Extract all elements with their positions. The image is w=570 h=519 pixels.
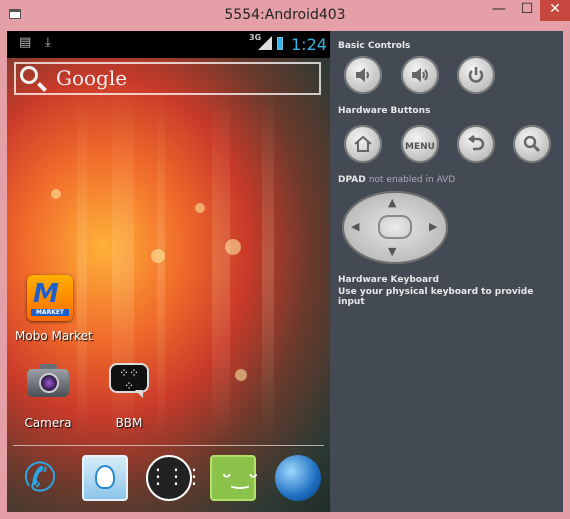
power-icon <box>468 67 484 83</box>
wallpaper-bokeh <box>225 239 241 255</box>
dpad-note: not enabled in AVD <box>368 175 456 185</box>
wallpaper-streak <box>212 91 230 441</box>
back-button[interactable] <box>457 125 495 163</box>
wallpaper-bokeh <box>235 369 247 381</box>
close-button[interactable]: ✕ <box>540 0 570 21</box>
status-time: 1:24 <box>291 35 327 54</box>
device-screen[interactable]: ▤ ⤓ 3G 1:24 Google M MARKET Mobo Market <box>7 31 330 512</box>
wallpaper-streak <box>262 91 274 441</box>
hardware-buttons-heading: Hardware Buttons <box>338 106 431 116</box>
volume-down-button[interactable] <box>344 56 382 94</box>
dpad-label: DPAD <box>338 175 366 185</box>
app-label: Mobo Market <box>15 329 93 343</box>
emulator-window: 5554:Android403 — ☐ ✕ ▤ ⤓ 3G 1:24 Google <box>0 0 570 519</box>
menu-button[interactable]: MENU <box>401 125 439 163</box>
battery-icon <box>277 37 283 50</box>
app-bbm[interactable]: ⁘⁘ ⁘ BBM <box>101 361 157 430</box>
status-bar: ▤ ⤓ 3G 1:24 <box>7 31 330 58</box>
bbm-icon: ⁘⁘ ⁘ <box>107 361 151 401</box>
app-mobo-market[interactable]: M MARKET Mobo Market <box>15 275 93 343</box>
dpad[interactable]: ▲ ▼ ◀ ▶ <box>342 191 448 264</box>
volume-up-button[interactable] <box>401 56 439 94</box>
basic-controls-heading: Basic Controls <box>338 41 411 51</box>
search-button[interactable] <box>513 125 551 163</box>
signal-icon <box>258 36 272 50</box>
search-label: Google <box>56 66 128 90</box>
app-label: Camera <box>24 416 72 430</box>
keyboard-heading: Hardware Keyboard <box>338 275 439 285</box>
mobo-market-icon: M MARKET <box>27 275 73 321</box>
window-title: 5554:Android403 <box>224 7 346 23</box>
dpad-center-button[interactable] <box>378 215 412 239</box>
back-icon <box>467 135 485 151</box>
title-bar[interactable]: 5554:Android403 — ☐ ✕ <box>0 0 570 30</box>
volume-up-icon <box>412 68 428 82</box>
search-icon <box>523 135 541 153</box>
keyboard-hint: Use your physical keyboard to provide in… <box>338 287 534 307</box>
menu-label: MENU <box>405 142 435 152</box>
download-icon: ⤓ <box>45 35 51 50</box>
wallpaper-bokeh <box>151 249 165 263</box>
volume-down-icon <box>356 68 369 82</box>
browser-icon[interactable] <box>275 455 321 501</box>
camera-icon <box>25 361 71 401</box>
phone-icon[interactable]: ✆ <box>17 455 63 501</box>
search-icon <box>20 66 38 84</box>
google-search-bar[interactable]: Google <box>14 62 321 95</box>
wallpaper-streak <box>157 91 165 441</box>
wallpaper-bokeh <box>51 189 61 199</box>
wallpaper-streak <box>77 91 87 441</box>
app-camera[interactable]: Camera <box>20 361 76 430</box>
minimize-button[interactable]: — <box>486 0 512 21</box>
dpad-down-icon[interactable]: ▼ <box>388 245 396 258</box>
app-label: BBM <box>115 416 143 430</box>
dpad-left-icon[interactable]: ◀ <box>351 220 359 233</box>
home-button[interactable] <box>344 125 382 163</box>
wallpaper-bokeh <box>195 203 205 213</box>
app-drawer-icon[interactable]: ⋮⋮⋮ <box>146 455 204 501</box>
contacts-icon[interactable] <box>82 455 128 501</box>
dock-divider <box>13 445 324 446</box>
dpad-up-icon[interactable]: ▲ <box>388 196 396 209</box>
controls-panel: Basic Controls Hardware Buttons MENU DPA… <box>330 31 563 512</box>
mobo-badge: MARKET <box>31 309 69 316</box>
dpad-heading: DPAD not enabled in AVD <box>338 175 455 185</box>
messaging-icon[interactable]: ᵕ‿ᵕ <box>210 455 258 501</box>
notification-message-icon: ▤ <box>19 35 32 50</box>
home-icon <box>354 135 372 152</box>
power-button[interactable] <box>457 56 495 94</box>
dpad-right-icon[interactable]: ▶ <box>429 220 437 233</box>
maximize-button[interactable]: ☐ <box>514 0 540 21</box>
